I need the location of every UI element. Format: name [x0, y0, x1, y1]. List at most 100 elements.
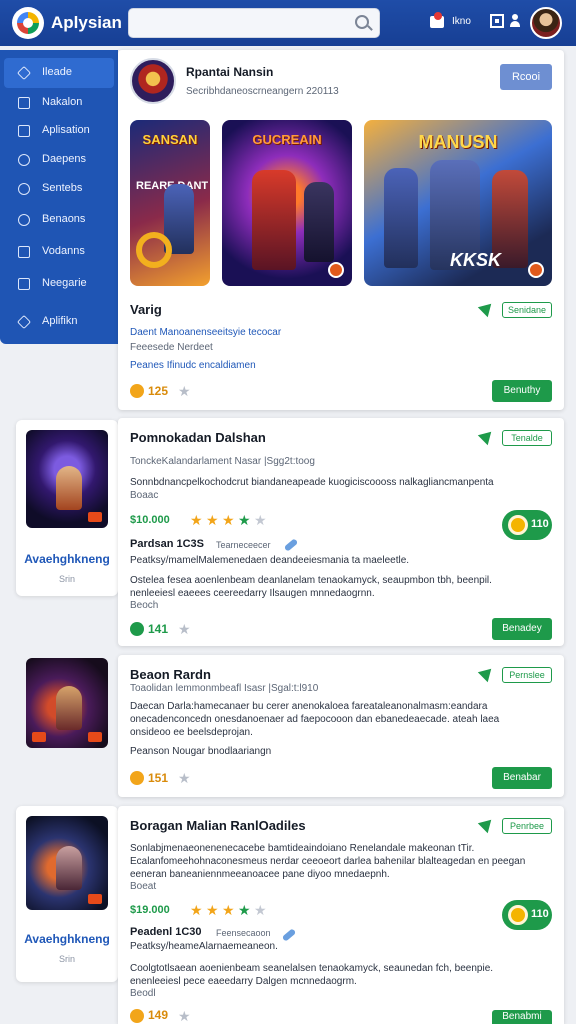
sidebar-item-home[interactable]: Ileade [4, 58, 114, 88]
send-icon[interactable] [477, 814, 497, 834]
app-sub-note: Feensecaoon [216, 928, 271, 938]
star-icon: ★ [254, 512, 267, 528]
star-icon: ★ [222, 512, 235, 528]
featured-tag[interactable]: Senidane [502, 302, 552, 318]
app-para-3: Beoch [130, 600, 159, 611]
screenshot-title: GUCREAIN [252, 132, 322, 147]
play-icon[interactable] [528, 262, 544, 278]
hero-figure [252, 170, 296, 270]
grid-icon[interactable] [490, 14, 504, 28]
pencil-icon[interactable] [283, 538, 299, 552]
app-thumbnail[interactable] [26, 658, 108, 748]
bag-icon[interactable] [430, 12, 446, 30]
featured-link[interactable]: Daent Manoanenseeitsyie tecocar [130, 327, 281, 338]
app-thumb-caption[interactable]: Avaehghkneng [16, 932, 118, 946]
app-price: $19.000 [130, 904, 170, 916]
app-title: Aplysian [51, 13, 122, 32]
search-icon[interactable] [355, 15, 369, 29]
app-para-3: Beodl [130, 988, 156, 999]
hero-figure [56, 466, 82, 510]
hero-figure [304, 182, 334, 262]
sidebar-item-4[interactable]: Daepens [4, 145, 114, 175]
coin-pill[interactable]: 110 [502, 900, 552, 930]
send-icon[interactable] [477, 426, 497, 446]
screenshot-1[interactable]: SANSAN REARE DANT [130, 120, 210, 286]
app-tag[interactable]: Penrbee [502, 818, 552, 834]
app-thumb-card[interactable]: Avaehghkneng Srin [16, 420, 118, 596]
app-tag[interactable]: Pernslee [502, 667, 552, 683]
app-title[interactable]: Beaon Rardn [130, 667, 211, 682]
app-subtitle: Pardsan 1C3S [130, 538, 204, 550]
featured-meta: Feeesede Nerdeet [130, 342, 213, 353]
app-desc-2: Ecalanfomeehohnaconesmeus nerdar ceeoeor… [130, 856, 526, 867]
sidebar-item-9[interactable]: Aplifikn [4, 307, 114, 337]
settings-icon [18, 183, 30, 195]
sidebar-item-7[interactable]: Vodanns [4, 237, 114, 267]
sidebar-item-8[interactable]: Neegarie [4, 269, 114, 299]
sidebar-item-6[interactable]: Benaons [4, 205, 114, 235]
app-card: Pomnokadan Dalshan Tenalde TonckeKalanda… [118, 418, 564, 646]
app-desc-2: Boaac [130, 490, 159, 501]
notification-label[interactable]: Ikno [452, 16, 471, 27]
star-icon[interactable]: ★ [178, 1009, 191, 1023]
like-count: 125 [148, 384, 169, 398]
badge-icon [32, 732, 46, 742]
sidebar-item-label: Sentebs [42, 182, 83, 194]
coin-pill[interactable]: 110 [502, 510, 552, 540]
search-input[interactable] [128, 8, 380, 38]
app-tag[interactable]: Tenalde [502, 430, 552, 446]
heart-icon[interactable] [130, 384, 144, 398]
sidebar-item-5[interactable]: Sentebs [4, 174, 114, 204]
sidebar-item-3[interactable]: Aplisation [4, 116, 114, 146]
app-thumbnail[interactable] [26, 816, 108, 910]
star-icon[interactable]: ★ [178, 622, 191, 636]
app-thumb-card[interactable]: Avaehghkneng Srin [16, 806, 118, 982]
app-thumb-sub: Srin [58, 954, 75, 964]
star-icon[interactable]: ★ [178, 384, 191, 398]
install-button[interactable]: Benabmi [492, 1010, 552, 1024]
star-icon: ★ [206, 902, 219, 918]
top-bar: Aplysian Ikno [0, 0, 576, 46]
screenshot-3[interactable]: MANUSN KKSK [364, 120, 552, 286]
app-title[interactable]: Pomnokadan Dalshan [130, 430, 266, 445]
badge-icon [88, 894, 102, 904]
screenshot-title: MANUSN [418, 132, 498, 152]
sidebar-item-2[interactable]: Nakalon [4, 88, 114, 118]
sidebar-item-label: Daepens [42, 153, 87, 165]
app-link[interactable]: Peanson Nougar bnodlaariangn [130, 746, 271, 757]
user-icon[interactable] [510, 14, 520, 28]
install-button[interactable]: Benadey [492, 618, 552, 640]
send-icon[interactable] [477, 298, 497, 318]
featured-link-2[interactable]: Peanes Ifinudc encaldiamen [130, 360, 256, 371]
hero-figure [56, 686, 82, 730]
install-button[interactable]: Benuthy [492, 380, 552, 402]
screenshot-2[interactable]: GUCREAIN [222, 120, 352, 286]
star-icon: ★ [238, 902, 251, 918]
like-count: 151 [148, 771, 169, 785]
badge-icon [88, 732, 102, 742]
app-thumb-caption[interactable]: Avaehghkneng [16, 552, 118, 566]
diamond-icon [16, 314, 32, 330]
star-icon: ★ [206, 512, 219, 528]
star-icon: ★ [238, 512, 251, 528]
sidebar-item-label: Aplifikn [42, 315, 78, 327]
app-thumb-card[interactable] [16, 658, 118, 758]
heart-icon[interactable] [130, 622, 144, 636]
heart-icon[interactable] [130, 771, 144, 785]
sidebar-item-label: Neegarie [42, 277, 87, 289]
app-sub-desc: Peatksy/mamelMalemenedaen deandeeiesmani… [130, 555, 410, 566]
app-thumbnail[interactable] [26, 430, 108, 528]
avatar[interactable] [530, 7, 562, 39]
book-icon [18, 125, 30, 137]
heart-icon[interactable] [130, 1009, 144, 1023]
app-title[interactable]: Boragan Malian RanlOadiles [130, 818, 306, 833]
star-icon[interactable]: ★ [178, 771, 191, 785]
app-logo[interactable] [12, 7, 44, 39]
app-meta: Toaolidan lemmonmbeafl Isasr |Sgal:t:l91… [130, 683, 319, 694]
featured-app-icon[interactable] [130, 58, 176, 104]
send-icon[interactable] [477, 663, 497, 683]
sidebar-item-label: Ileade [42, 66, 72, 78]
open-button[interactable]: Rcooi [500, 64, 552, 90]
install-button[interactable]: Benabar [492, 767, 552, 789]
play-icon[interactable] [328, 262, 344, 278]
